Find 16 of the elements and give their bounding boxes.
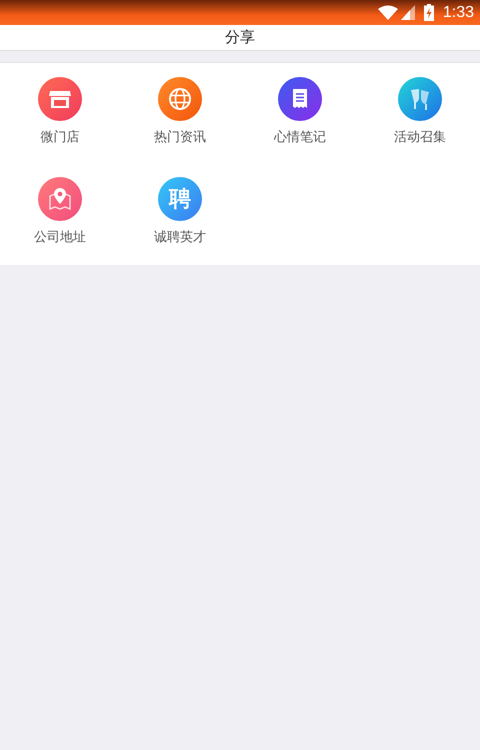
share-item-label[interactable]: 公司地址	[34, 228, 86, 246]
status-time: 1:33	[442, 4, 474, 22]
share-item-label[interactable]: 活动召集	[394, 128, 446, 146]
wifi-icon	[378, 5, 398, 20]
battery-charging-icon	[424, 4, 434, 21]
receipt-icon[interactable]	[278, 77, 322, 121]
share-item-label[interactable]: 诚聘英才	[154, 228, 206, 246]
glasses-icon[interactable]	[398, 77, 442, 121]
map-pin-icon[interactable]	[38, 177, 82, 221]
globe-icon[interactable]	[158, 77, 202, 121]
share-item-label[interactable]: 微门店	[40, 128, 80, 146]
signal-icon	[400, 5, 415, 20]
page-title: 分享	[225, 28, 255, 47]
share-item-label[interactable]: 心情笔记	[274, 128, 326, 146]
share-item-label[interactable]: 热门资讯	[154, 128, 206, 146]
store-icon[interactable]	[38, 77, 82, 121]
